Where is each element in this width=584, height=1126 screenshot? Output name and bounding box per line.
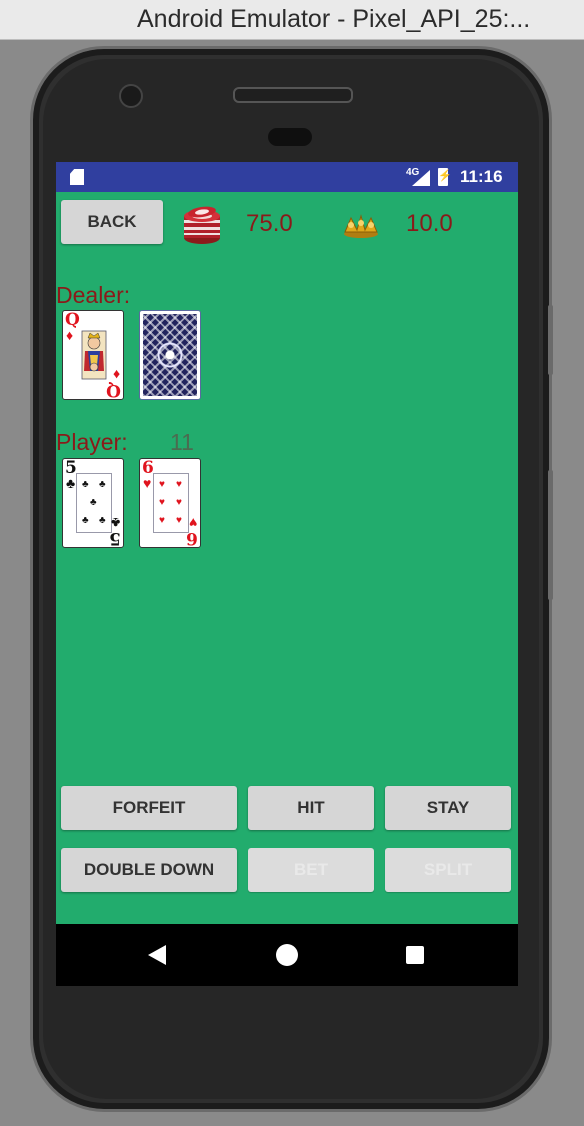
heart-pip-icon: ♥ — [176, 497, 182, 508]
window-titlebar: Android Emulator - Pixel_API_25:... — [0, 0, 584, 40]
club-pip-icon: ♣ — [82, 479, 89, 490]
heart-pip-icon: ♥ — [159, 515, 165, 526]
heart-pip-icon: ♥ — [159, 479, 165, 490]
volume-button[interactable] — [548, 470, 553, 600]
bet-amount: 10.0 — [406, 210, 453, 237]
club-pip-icon: ♣ — [99, 515, 106, 526]
card-back-pattern — [143, 314, 197, 396]
forfeit-button[interactable]: FORFEIT — [61, 786, 237, 830]
status-clock: 11:16 — [460, 167, 503, 186]
nav-back-icon[interactable] — [148, 945, 166, 965]
money-amount: 75.0 — [246, 210, 293, 237]
heart-pip-icon: ♥ — [159, 497, 165, 508]
hit-button[interactable]: HIT — [248, 786, 374, 830]
split-button[interactable]: SPLIT — [385, 848, 511, 892]
double-down-button[interactable]: DOUBLE DOWN — [61, 848, 237, 892]
heart-suit-icon: ♥ — [143, 475, 152, 491]
dealer-card-queen-diamonds: Q ♦ ♦ Q — [62, 310, 124, 400]
poker-chips-icon — [184, 206, 220, 244]
status-bar: 4G 11:16 — [56, 162, 518, 192]
card-pip-area: ♣ ♣ ♣ ♣ ♣ — [76, 473, 112, 533]
stay-button[interactable]: STAY — [385, 786, 511, 830]
network-type: 4G — [406, 167, 420, 178]
dealer-label: Dealer: — [56, 282, 131, 308]
player-score: 11 — [170, 429, 194, 455]
earpiece-speaker — [233, 87, 353, 103]
player-label: Player: — [56, 429, 128, 455]
card-rank: Q — [106, 380, 121, 400]
club-pip-icon: ♣ — [99, 479, 106, 490]
nav-home-icon[interactable] — [276, 944, 298, 966]
dealer-card-facedown — [139, 310, 201, 400]
card-rank: 5 — [109, 528, 121, 548]
battery-charging-icon — [438, 168, 452, 186]
bet-button[interactable]: BET — [248, 848, 374, 892]
nav-recents-icon[interactable] — [406, 946, 424, 964]
power-button[interactable] — [548, 305, 553, 375]
back-button[interactable]: BACK — [61, 200, 163, 244]
front-camera — [119, 84, 143, 108]
diamond-suit-icon: ♦ — [66, 327, 74, 343]
queen-face-image — [76, 325, 112, 385]
window-title: Android Emulator - Pixel_API_25:... — [137, 5, 531, 33]
card-rank: 6 — [186, 528, 198, 548]
android-nav-bar — [56, 924, 518, 986]
player-card-6-hearts: 6 ♥ ♥ ♥ ♥ ♥ ♥ ♥ ♥ 6 — [139, 458, 201, 548]
club-suit-icon: ♣ — [66, 475, 76, 491]
heart-pip-icon: ♥ — [176, 515, 182, 526]
player-card-5-clubs: 5 ♣ ♣ ♣ ♣ ♣ ♣ ♣ 5 — [62, 458, 124, 548]
heart-pip-icon: ♥ — [176, 479, 182, 490]
proximity-sensor — [268, 128, 312, 146]
gold-coins-icon — [344, 214, 378, 238]
card-pip-area: ♥ ♥ ♥ ♥ ♥ ♥ — [153, 473, 189, 533]
club-pip-icon: ♣ — [90, 497, 97, 508]
app-screen: 4G 11:16 BACK 75.0 10.0 Dealer: Q ♦ — [56, 162, 518, 986]
sd-card-icon — [70, 169, 84, 185]
club-pip-icon: ♣ — [82, 515, 89, 526]
